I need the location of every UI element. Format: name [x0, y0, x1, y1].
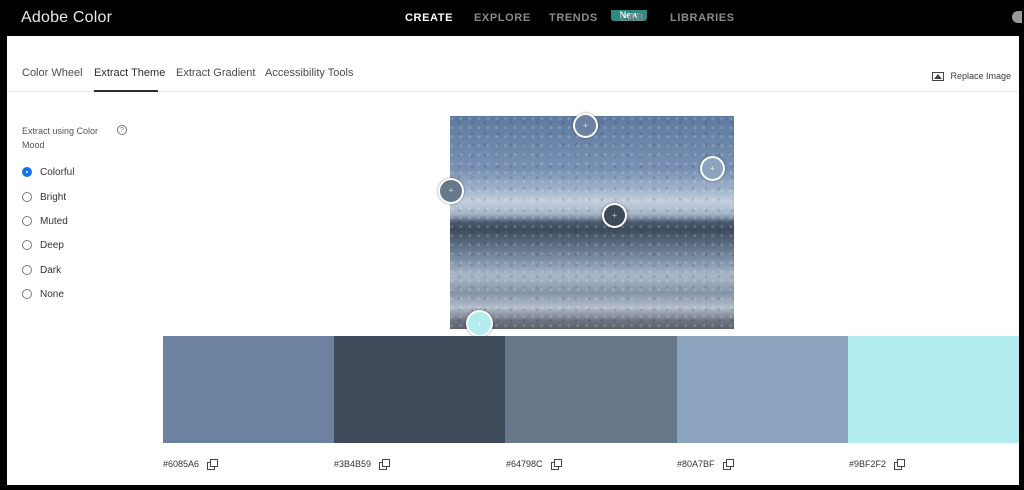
mood-option-muted[interactable]: Muted	[22, 214, 68, 228]
radio-colorful[interactable]	[22, 167, 32, 177]
radio-deep[interactable]	[22, 240, 32, 250]
nav-create[interactable]: CREATE	[405, 12, 453, 24]
radio-dark[interactable]	[22, 265, 32, 275]
radio-muted[interactable]	[22, 216, 32, 226]
mood-option-deep[interactable]: Deep	[22, 238, 64, 252]
plus-icon: +	[582, 120, 589, 130]
main-nav: CREATE EXPLORE TRENDS New LAB LIBRARIES	[0, 10, 1024, 26]
option-label: Muted	[40, 215, 68, 227]
option-label: Bright	[40, 191, 67, 203]
replace-image-label: Replace Image	[950, 71, 1011, 81]
hex-value[interactable]: #80A7BF	[677, 459, 715, 469]
copy-icon[interactable]	[722, 459, 734, 470]
nav-lab[interactable]: LAB	[620, 12, 644, 24]
copy-icon[interactable]	[550, 459, 562, 470]
plus-icon: +	[709, 163, 716, 173]
plus-icon: +	[476, 318, 483, 328]
hex-value[interactable]: #6085A6	[163, 459, 199, 469]
swatch-4[interactable]	[676, 336, 848, 443]
color-sampler-4[interactable]: +	[700, 156, 725, 181]
plus-icon: +	[448, 185, 454, 196]
hex-value[interactable]: #9BF2F2	[849, 459, 886, 469]
mood-sidebar: Extract using Color Mood ? Colorful Brig…	[22, 124, 132, 300]
source-image	[450, 116, 734, 329]
tab-extract-gradient[interactable]: Extract Gradient	[176, 67, 255, 79]
top-bar: Adobe Color CREATE EXPLORE TRENDS New LA…	[0, 0, 1024, 36]
mood-label: Extract using Color Mood	[22, 126, 99, 150]
hex-item-2: #3B4B59	[334, 459, 391, 470]
color-sampler-1[interactable]: +	[573, 113, 598, 138]
image-icon	[932, 71, 945, 81]
app-window: Adobe Color CREATE EXPLORE TRENDS New LA…	[0, 0, 1024, 490]
swatch-5[interactable]	[847, 336, 1019, 443]
tab-accessibility-tools[interactable]: Accessibility Tools	[265, 67, 353, 79]
tab-color-wheel[interactable]: Color Wheel	[22, 67, 83, 79]
nav-libraries[interactable]: LIBRARIES	[670, 12, 735, 24]
copy-icon[interactable]	[207, 459, 219, 470]
color-sampler-5[interactable]: +	[466, 310, 493, 337]
color-sampler-3[interactable]: +	[438, 178, 464, 204]
plus-icon: +	[611, 210, 618, 220]
copy-icon[interactable]	[379, 459, 391, 470]
active-tab-indicator	[94, 90, 158, 92]
hex-item-1: #6085A6	[163, 459, 219, 470]
tab-bar: Color Wheel Extract Theme Extract Gradie…	[7, 36, 1019, 92]
radio-bright[interactable]	[22, 192, 32, 202]
replace-image-button[interactable]: Replace Image	[932, 71, 1011, 81]
account-icon[interactable]	[1012, 11, 1022, 23]
hex-item-4: #80A7BF	[677, 459, 734, 470]
swatch-2[interactable]	[334, 336, 506, 443]
option-label: Dark	[40, 264, 62, 276]
swatch-row	[163, 336, 1019, 443]
mood-option-dark[interactable]: Dark	[22, 263, 61, 277]
mood-option-colorful[interactable]: Colorful	[22, 165, 74, 179]
mood-option-none[interactable]: None	[22, 287, 64, 301]
hex-value[interactable]: #3B4B59	[334, 459, 371, 469]
swatch-1[interactable]	[163, 336, 335, 443]
color-sampler-2[interactable]: +	[602, 203, 627, 228]
hex-item-5: #9BF2F2	[849, 459, 906, 470]
nav-explore[interactable]: EXPLORE	[474, 12, 531, 24]
nav-trends[interactable]: TRENDS	[549, 12, 598, 24]
radio-none[interactable]	[22, 289, 32, 299]
option-label: None	[40, 288, 64, 300]
option-label: Deep	[40, 239, 64, 251]
mood-option-bright[interactable]: Bright	[22, 190, 66, 204]
copy-icon[interactable]	[894, 459, 906, 470]
swatch-3[interactable]	[505, 336, 677, 443]
hex-value[interactable]: #64798C	[506, 459, 543, 469]
option-label: Colorful	[40, 166, 75, 178]
hex-item-3: #64798C	[506, 459, 562, 470]
tab-extract-theme[interactable]: Extract Theme	[94, 67, 165, 79]
help-icon[interactable]: ?	[117, 125, 127, 135]
main-panel: Color Wheel Extract Theme Extract Gradie…	[7, 36, 1019, 485]
hex-code-row: #6085A6 #3B4B59 #64798C #80A7BF #9BF2F2	[163, 459, 1019, 473]
